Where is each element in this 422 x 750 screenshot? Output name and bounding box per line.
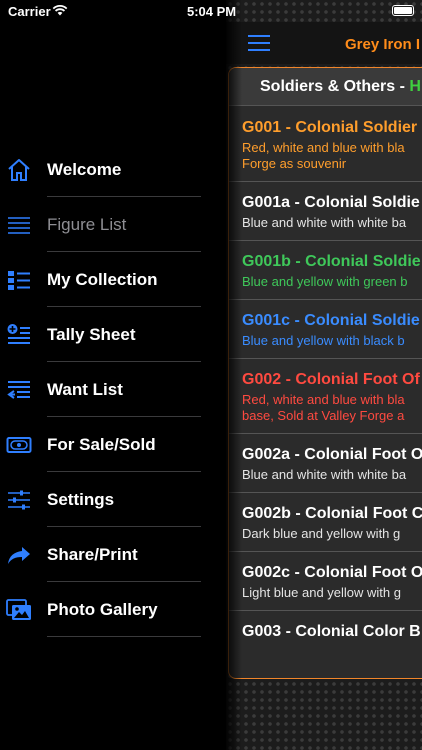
- menu-item-label: Figure List: [47, 215, 127, 234]
- menu-item-label: My Collection: [47, 270, 158, 289]
- menu-item-label: Welcome: [47, 160, 122, 179]
- menu-item-my-collection[interactable]: My Collection: [0, 252, 226, 307]
- figure-title: G001a - Colonial Soldie: [242, 194, 420, 211]
- hamburger-menu-icon[interactable]: [248, 34, 270, 52]
- clock-time: 5:04 PM: [187, 4, 237, 19]
- figure-title: G001c - Colonial Soldie: [242, 312, 420, 329]
- figure-row[interactable]: G001 - Colonial Soldier Red, white and b…: [229, 107, 422, 182]
- figure-title: G001b - Colonial Soldie: [242, 253, 421, 270]
- home-icon: [8, 159, 30, 181]
- menu-item-label: Tally Sheet: [47, 325, 136, 344]
- menu-item-figure-list[interactable]: Figure List: [0, 197, 226, 252]
- menu-item-label: Photo Gallery: [47, 600, 158, 619]
- figure-title: G003 - Colonial Color B: [242, 623, 421, 640]
- figure-rows: G001 - Colonial Soldier Red, white and b…: [229, 107, 422, 651]
- sliders-icon: [8, 490, 30, 510]
- menu-item-label: Share/Print: [47, 545, 138, 564]
- want-list-icon: [7, 381, 30, 399]
- menu-item-for-sale-sold[interactable]: For Sale/Sold: [0, 417, 226, 472]
- menu-item-welcome[interactable]: Welcome: [0, 142, 226, 197]
- menu-item-photo-gallery[interactable]: Photo Gallery: [0, 582, 226, 637]
- figure-title: G002c - Colonial Foot O: [242, 564, 422, 581]
- menu-item-label: Settings: [47, 490, 115, 509]
- figure-row[interactable]: G002 - Colonial Foot Of Red, white and b…: [229, 359, 422, 434]
- main-panel: Grey Iron I Soldiers & Others - H G001 -…: [226, 0, 422, 750]
- list-lines-icon: [8, 217, 30, 234]
- figure-row[interactable]: G001b - Colonial Soldie Blue and yellow …: [229, 241, 422, 300]
- menu-item-settings[interactable]: Settings: [0, 472, 226, 527]
- figure-row[interactable]: G003 - Colonial Color B: [229, 611, 422, 651]
- collection-list-icon: [8, 271, 30, 290]
- tally-add-icon: [7, 324, 30, 344]
- nav-bar: Grey Iron I: [226, 22, 422, 64]
- figure-desc: Dark blue and yellow with g: [242, 526, 401, 541]
- figure-desc: Blue and white with white ba: [242, 467, 407, 482]
- carrier-label: Carrier: [8, 4, 51, 19]
- status-bar: Carrier 5:04 PM: [0, 0, 422, 22]
- share-arrow-icon: [8, 547, 30, 564]
- wifi-icon: [52, 4, 68, 16]
- figure-desc: Red, white and blue with bla: [242, 392, 405, 407]
- figure-desc: Forge as souvenir: [242, 156, 347, 171]
- menu-divider: [47, 636, 201, 637]
- figure-desc: Light blue and yellow with g: [242, 585, 401, 600]
- figure-desc: Blue and white with white ba: [242, 215, 407, 230]
- figure-title: G002 - Colonial Foot Of: [242, 371, 420, 388]
- figure-desc: Red, white and blue with bla: [242, 140, 405, 155]
- list-header-prefix: Soldiers & Others -: [260, 78, 410, 95]
- list-section-header: Soldiers & Others - H: [229, 68, 422, 106]
- figure-row[interactable]: G002a - Colonial Foot O Blue and white w…: [229, 434, 422, 493]
- list-header-text: Soldiers & Others - H: [260, 78, 421, 96]
- menu-item-label: Want List: [47, 380, 123, 399]
- drawer-shadow: [226, 0, 242, 750]
- photo-gallery-icon: [6, 599, 31, 620]
- menu-item-share-print[interactable]: Share/Print: [0, 527, 226, 582]
- figure-desc: Blue and yellow with black b: [242, 333, 405, 348]
- figure-list-card: Soldiers & Others - H G001 - Colonial So…: [228, 67, 422, 679]
- battery-icon: [392, 5, 414, 16]
- figure-title: G002a - Colonial Foot O: [242, 446, 422, 463]
- figure-title: G002b - Colonial Foot C: [242, 505, 422, 522]
- menu-item-label: For Sale/Sold: [47, 435, 156, 454]
- figure-row[interactable]: G001c - Colonial Soldie Blue and yellow …: [229, 300, 422, 359]
- money-icon: [6, 437, 32, 453]
- figure-desc: base, Sold at Valley Forge a: [242, 408, 405, 423]
- menu-item-want-list[interactable]: Want List: [0, 362, 226, 417]
- figure-row[interactable]: G002b - Colonial Foot C Dark blue and ye…: [229, 493, 422, 552]
- figure-title: G001 - Colonial Soldier: [242, 119, 418, 136]
- menu-list: Welcome Figure List My Collection Tally …: [0, 142, 226, 637]
- side-menu: Welcome Figure List My Collection Tally …: [0, 0, 226, 750]
- figure-desc: Blue and yellow with green b: [242, 274, 408, 289]
- nav-title: Grey Iron I: [345, 36, 421, 53]
- figure-row[interactable]: G001a - Colonial Soldie Blue and white w…: [229, 182, 422, 241]
- menu-item-tally-sheet[interactable]: Tally Sheet: [0, 307, 226, 362]
- list-header-accent: H: [409, 78, 421, 95]
- figure-row[interactable]: G002c - Colonial Foot O Light blue and y…: [229, 552, 422, 611]
